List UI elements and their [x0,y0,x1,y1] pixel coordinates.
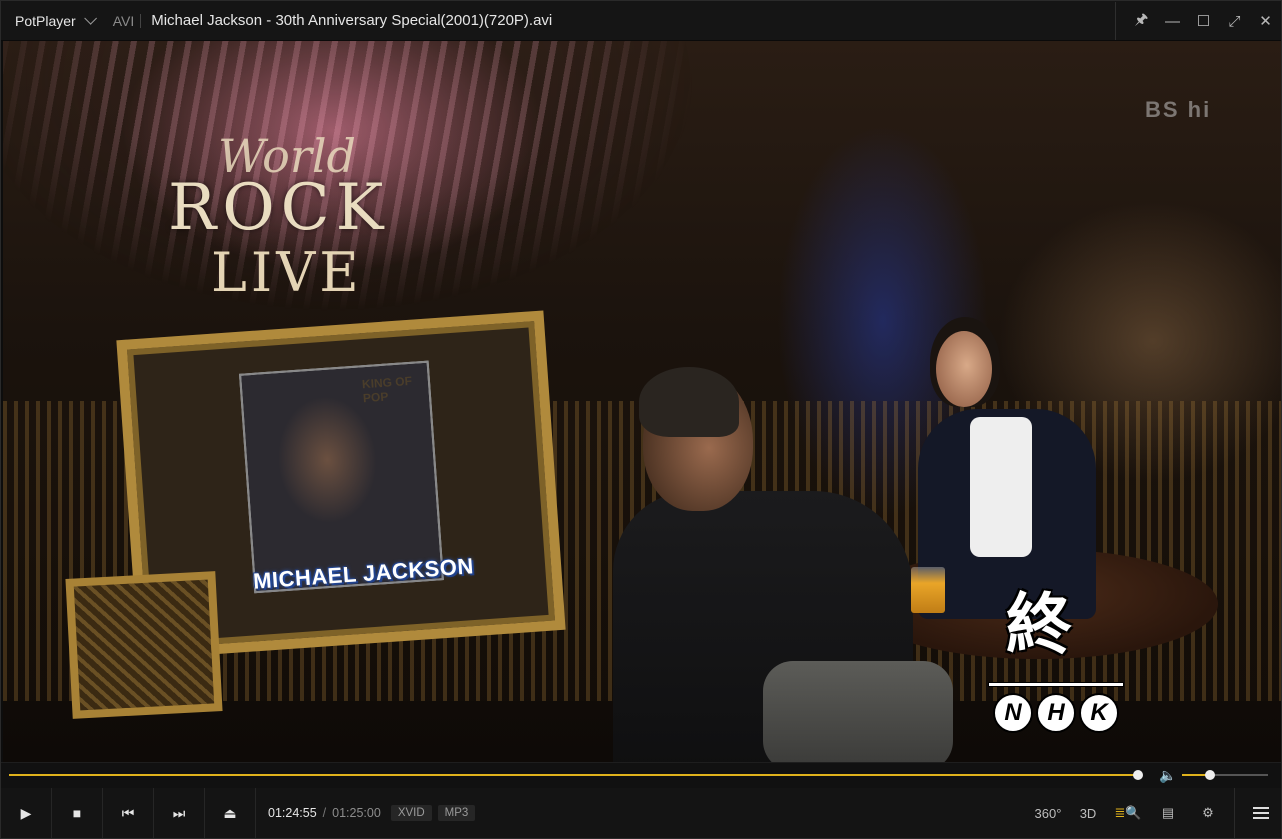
window-controls-divider [1115,2,1116,40]
video-frame[interactable]: World ROCK LIVE BS hi KING OF POP MICHAE… [3,41,1281,762]
title-separator [140,13,142,28]
volume-icon[interactable]: 🔈 [1159,767,1176,784]
current-time: 01:24:55 [268,806,317,820]
play-button[interactable]: ▶ [1,788,52,838]
main-menu-button[interactable] [1241,788,1281,838]
network-letter-n: N [993,693,1033,733]
control-bar: ▶ ■ ⏮ ⏭ ⏏ 01:24:55 / 01:25:00 XVID MP3 3… [1,788,1281,838]
maximize-button[interactable]: ☐ [1188,1,1219,41]
woman-head [936,331,992,407]
file-title: Michael Jackson - 30th Anniversary Speci… [151,12,553,29]
video-codec-badge: XVID [390,805,432,821]
network-letter-h: H [1036,693,1076,733]
title-bar: PotPlayer AVI Michael Jackson - 30th Ann… [1,1,1281,41]
end-caption-rule [989,683,1123,686]
channel-watermark: BS hi [1145,97,1212,122]
network-logo: N H K [993,693,1119,733]
network-letter-k: K [1079,693,1119,733]
app-menu-button[interactable]: PotPlayer [1,1,103,41]
ornate-small-frame [65,571,223,719]
woman-shirt [970,417,1032,557]
audio-codec-badge: MP3 [437,805,476,821]
minimize-button[interactable]: — [1157,1,1188,41]
file-format-label: AVI [112,12,135,29]
volume-slider[interactable] [1182,770,1268,780]
seek-bar-progress [9,774,1139,776]
man-legs [763,661,953,762]
seek-row: 🔈 [1,762,1281,788]
next-button[interactable]: ⏭ [154,788,205,838]
playlist-search-icon[interactable]: ≣🔍 [1108,788,1148,838]
vr-360-icon[interactable]: 360° [1028,788,1068,838]
previous-button[interactable]: ⏮ [103,788,154,838]
seek-handle[interactable] [1133,770,1144,780]
window-controls: 🖈 — ☐ ⤢ ✕ [1115,1,1281,41]
potplayer-window: PotPlayer AVI Michael Jackson - 30th Ann… [0,0,1282,839]
3d-mode-icon[interactable]: 3D [1068,788,1108,838]
controls-divider [1234,788,1235,838]
close-button[interactable]: ✕ [1250,1,1281,41]
volume-handle[interactable] [1204,770,1215,780]
pin-icon[interactable]: 🖈 [1126,1,1157,41]
subtitles-icon[interactable]: ▤ [1148,788,1188,838]
show-logo-live: LIVE [211,241,363,304]
show-logo-rock: ROCK [168,171,390,245]
fullscreen-button[interactable]: ⤢ [1219,1,1250,41]
time-separator: / [322,806,327,820]
end-caption: 終 [1006,586,1072,663]
chevron-down-icon [83,12,97,25]
juice-glass [911,567,945,613]
seek-bar[interactable] [9,770,1144,780]
right-controls: 360° 3D ≣🔍 ▤ ⚙ [1028,788,1281,838]
seated-man [613,367,963,762]
eject-button[interactable]: ⏏ [205,788,256,838]
stop-button[interactable]: ■ [52,788,103,838]
app-name: PotPlayer [15,12,76,29]
hamburger-icon [1253,807,1269,819]
total-time: 01:25:00 [332,806,381,820]
settings-gear-icon[interactable]: ⚙ [1188,788,1228,838]
poster-subtitle: KING OF POP [361,373,413,406]
man-hair [639,367,739,437]
